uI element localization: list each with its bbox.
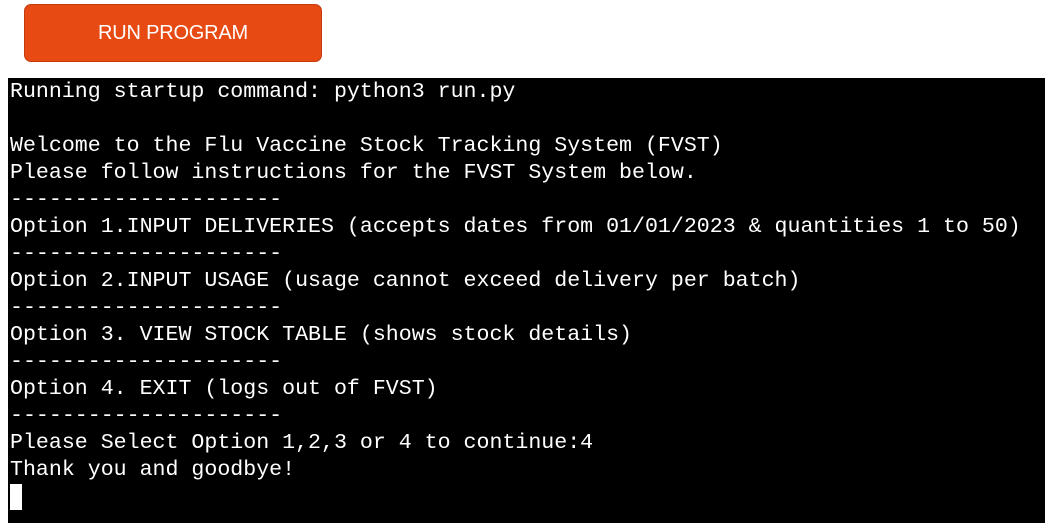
terminal-cursor xyxy=(10,484,22,510)
terminal-line: --------------------- xyxy=(10,350,283,374)
terminal-line: Option 3. VIEW STOCK TABLE (shows stock … xyxy=(10,323,633,347)
terminal-line: --------------------- xyxy=(10,188,283,212)
terminal-line: Option 4. EXIT (logs out of FVST) xyxy=(10,377,438,401)
terminal-line: Option 2.INPUT USAGE (usage cannot excee… xyxy=(10,269,801,293)
terminal-line: --------------------- xyxy=(10,296,283,320)
terminal-line: --------------------- xyxy=(10,404,283,428)
terminal-line: Running startup command: python3 run.py xyxy=(10,80,516,104)
terminal-line: Welcome to the Flu Vaccine Stock Trackin… xyxy=(10,134,723,158)
terminal-output: Running startup command: python3 run.py … xyxy=(10,79,1021,484)
run-program-button[interactable]: RUN PROGRAM xyxy=(24,4,322,62)
terminal-line: Please follow instructions for the FVST … xyxy=(10,161,697,185)
terminal[interactable]: Running startup command: python3 run.py … xyxy=(8,78,1045,523)
terminal-line: Please Select Option 1,2,3 or 4 to conti… xyxy=(10,431,594,455)
terminal-line: Thank you and goodbye! xyxy=(10,458,296,482)
terminal-line: Option 1.INPUT DELIVERIES (accepts dates… xyxy=(10,215,1021,239)
terminal-line: --------------------- xyxy=(10,242,283,266)
